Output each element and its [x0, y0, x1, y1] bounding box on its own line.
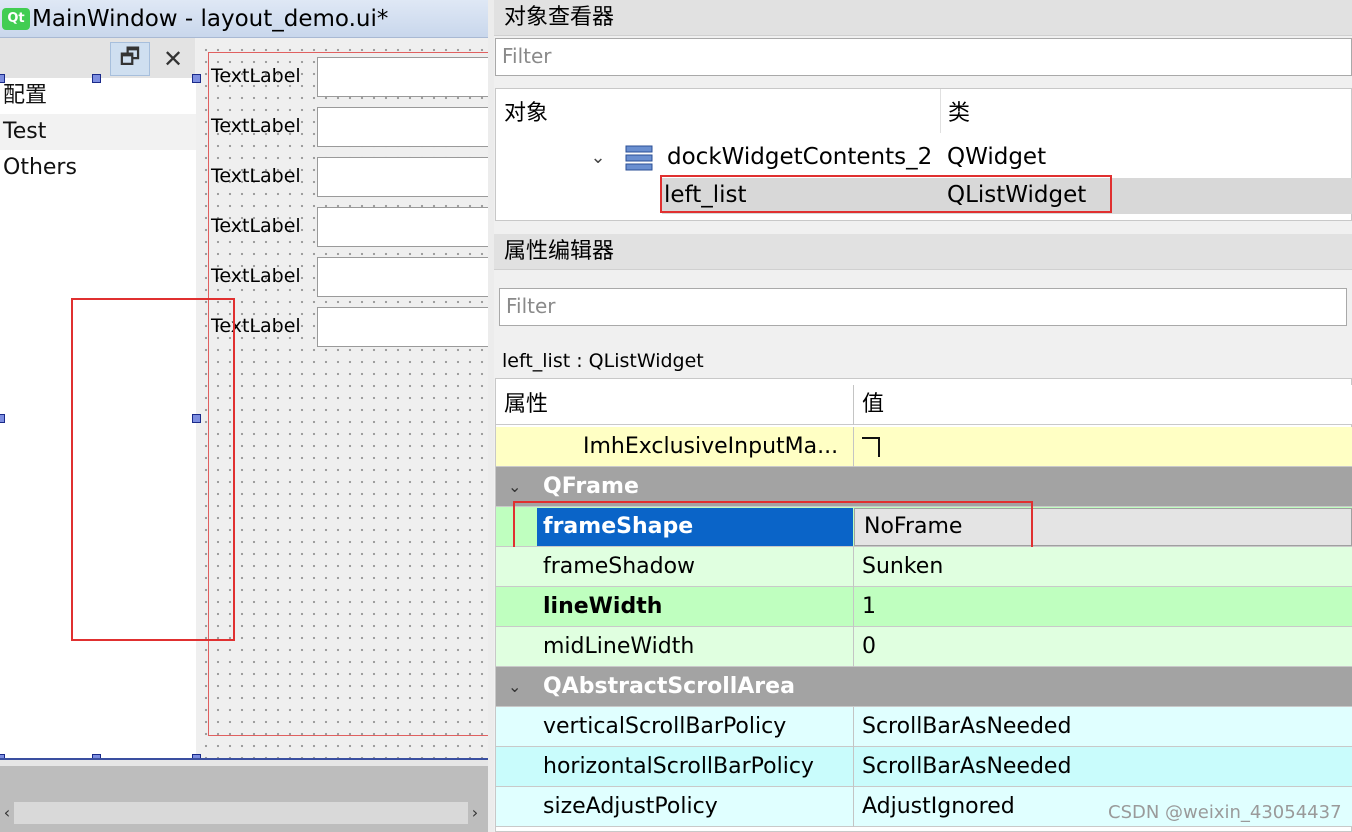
watermark: CSDN @weixin_43054437 — [1108, 802, 1342, 823]
text-label[interactable]: TextLabel — [211, 257, 301, 295]
annotation-highlight-box — [513, 501, 1033, 552]
list-item[interactable]: Others — [0, 150, 196, 186]
expand-arrow-icon[interactable]: ⌄ — [588, 143, 608, 173]
list-item[interactable]: Test — [0, 114, 196, 150]
column-divider — [853, 747, 854, 787]
list-item[interactable]: 配置 — [0, 78, 196, 114]
object-filter-input[interactable]: Filter — [495, 38, 1352, 76]
line-edit[interactable] — [317, 157, 499, 197]
property-editor-title: 属性编辑器 — [494, 234, 1352, 270]
text-label[interactable]: TextLabel — [211, 107, 301, 145]
scrollbar-track[interactable] — [14, 802, 468, 824]
collapse-arrow-icon[interactable]: ⌄ — [508, 667, 521, 707]
property-name: ImhExclusiveInputMa... — [583, 434, 839, 459]
property-value[interactable]: AdjustIgnored — [862, 787, 1015, 827]
layout-icon — [625, 145, 653, 171]
text-label[interactable]: TextLabel — [211, 157, 301, 195]
property-value[interactable]: ScrollBarAsNeeded — [862, 747, 1071, 787]
column-divider — [853, 627, 854, 667]
form-layout-frame — [208, 52, 498, 736]
float-icon[interactable]: 🗗 — [110, 42, 150, 76]
property-value[interactable]: 0 — [862, 627, 876, 667]
column-divider — [853, 787, 854, 827]
column-divider — [853, 385, 854, 425]
selection-handle[interactable] — [0, 414, 5, 423]
scroll-left-icon[interactable]: ‹ — [0, 802, 14, 824]
scroll-right-icon[interactable]: › — [466, 802, 484, 824]
selection-handle[interactable] — [192, 74, 201, 83]
annotation-highlight-box — [660, 175, 1112, 213]
selection-handle[interactable] — [92, 74, 101, 83]
column-divider — [853, 587, 854, 627]
checkbox[interactable] — [862, 437, 880, 457]
annotation-highlight-box — [71, 298, 235, 641]
property-header-row — [496, 385, 1352, 425]
qt-logo-icon: Qt — [2, 8, 30, 30]
tree-header-object[interactable]: 对象 — [504, 96, 548, 132]
property-class-caption: left_list : QListWidget — [502, 350, 704, 372]
tree-header-class[interactable]: 类 — [948, 96, 970, 132]
column-divider — [853, 707, 854, 747]
text-label[interactable]: TextLabel — [211, 57, 301, 95]
window-title: MainWindow - layout_demo.ui* — [32, 6, 389, 32]
tree-column-divider[interactable] — [940, 89, 941, 133]
selection-handle[interactable] — [0, 74, 5, 83]
property-name: lineWidth — [543, 594, 663, 619]
tree-row-class[interactable]: QWidget — [947, 139, 1046, 175]
line-edit[interactable] — [317, 57, 499, 97]
property-header-value[interactable]: 值 — [862, 385, 884, 425]
text-label[interactable]: TextLabel — [211, 207, 301, 245]
object-inspector-title: 对象查看器 — [494, 0, 1352, 36]
designer-bottom-strip — [0, 758, 488, 766]
property-header-name[interactable]: 属性 — [504, 385, 548, 425]
property-name: horizontalScrollBarPolicy — [543, 754, 814, 779]
property-name: frameShadow — [543, 554, 696, 579]
property-value[interactable]: Sunken — [862, 547, 943, 587]
line-edit[interactable] — [317, 207, 499, 247]
property-name: verticalScrollBarPolicy — [543, 714, 787, 739]
tree-row-name[interactable]: dockWidgetContents_2 — [667, 139, 932, 175]
property-name: sizeAdjustPolicy — [543, 794, 718, 819]
line-edit[interactable] — [317, 107, 499, 147]
property-value[interactable]: ScrollBarAsNeeded — [862, 707, 1071, 747]
close-icon[interactable]: ✕ — [155, 42, 191, 76]
property-value[interactable]: 1 — [862, 587, 876, 627]
property-filter-input[interactable]: Filter — [499, 288, 1347, 326]
line-edit[interactable] — [317, 307, 499, 347]
column-divider — [853, 427, 854, 467]
column-divider — [853, 547, 854, 587]
property-name: midLineWidth — [543, 634, 695, 659]
line-edit[interactable] — [317, 257, 499, 297]
property-group-name: QAbstractScrollArea — [543, 674, 795, 699]
